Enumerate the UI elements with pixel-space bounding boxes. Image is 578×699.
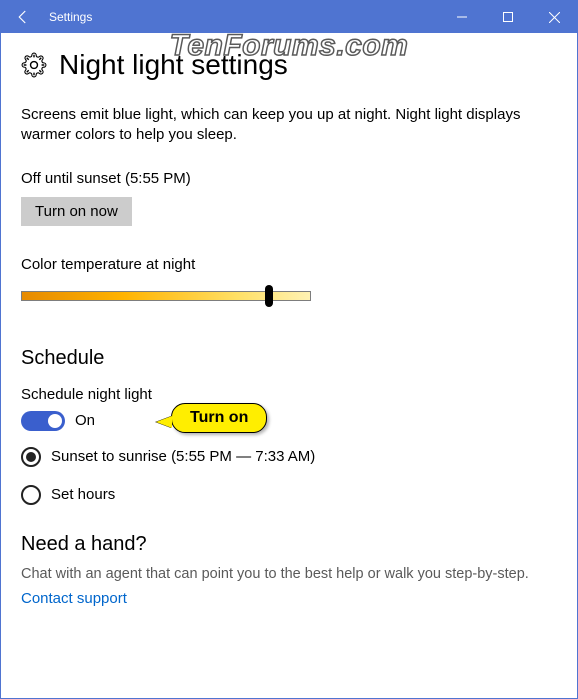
window-controls: [439, 1, 577, 33]
annotation-callout: Turn on: [171, 403, 267, 433]
help-heading: Need a hand?: [21, 533, 557, 556]
gear-icon: [21, 52, 47, 78]
color-temperature-slider[interactable]: [21, 283, 311, 309]
radio-icon: [21, 447, 41, 467]
page-description: Screens emit blue light, which can keep …: [21, 105, 531, 146]
schedule-toggle-row: On Turn on: [21, 411, 557, 431]
radio-label: Sunset to sunrise (5:55 PM — 7:33 AM): [51, 448, 315, 465]
close-button[interactable]: [531, 1, 577, 33]
radio-icon: [21, 485, 41, 505]
help-text: Chat with an agent that can point you to…: [21, 566, 557, 582]
status-text: Off until sunset (5:55 PM): [21, 170, 557, 187]
back-button[interactable]: [1, 1, 45, 33]
schedule-toggle[interactable]: [21, 411, 65, 431]
slider-thumb[interactable]: [265, 285, 273, 307]
schedule-toggle-label: Schedule night light: [21, 386, 557, 403]
radio-set-hours[interactable]: Set hours: [21, 485, 557, 505]
turn-on-now-button[interactable]: Turn on now: [21, 197, 132, 226]
toggle-knob: [48, 414, 62, 428]
window-title: Settings: [45, 10, 439, 24]
callout-tail-icon: [156, 416, 172, 428]
schedule-heading: Schedule: [21, 347, 557, 370]
page-title: Night light settings: [59, 49, 288, 81]
radio-label: Set hours: [51, 486, 115, 503]
minimize-button[interactable]: [439, 1, 485, 33]
color-temperature-label: Color temperature at night: [21, 256, 557, 273]
toggle-state-text: On: [75, 412, 95, 429]
contact-support-link[interactable]: Contact support: [21, 590, 127, 607]
callout-text: Turn on: [190, 409, 248, 426]
callout-bubble: Turn on: [171, 403, 267, 433]
radio-sunset-to-sunrise[interactable]: Sunset to sunrise (5:55 PM — 7:33 AM): [21, 447, 557, 467]
content-area: Night light settings Screens emit blue l…: [1, 33, 577, 608]
maximize-button[interactable]: [485, 1, 531, 33]
settings-window: Settings TenForums.com: [0, 0, 578, 699]
titlebar: Settings: [1, 1, 577, 33]
page-heading: Night light settings: [21, 49, 557, 81]
